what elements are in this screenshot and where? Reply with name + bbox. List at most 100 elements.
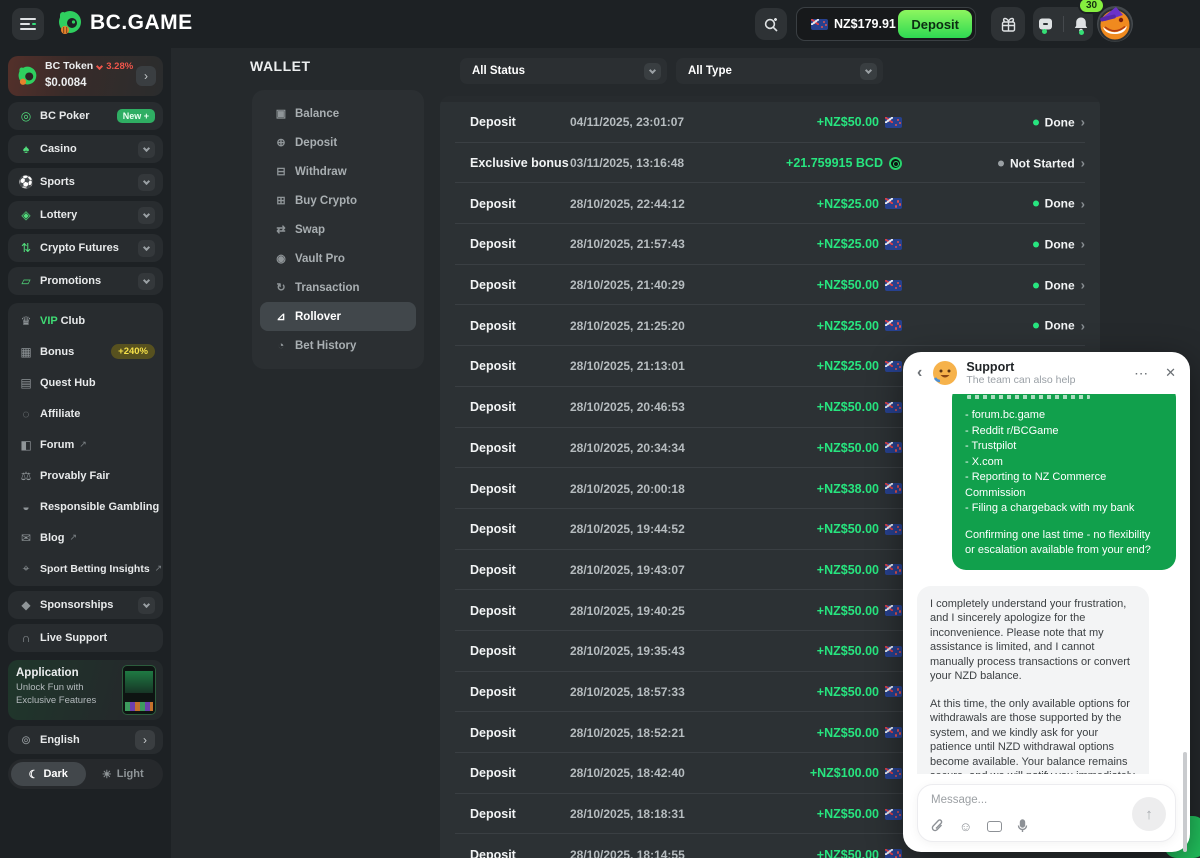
wallet-menu-item[interactable]: ⊟ Withdraw xyxy=(260,157,416,186)
wallet-menu-item[interactable]: ↻ Transaction xyxy=(260,273,416,302)
status-dot xyxy=(998,160,1004,166)
wallet-menu-item[interactable]: ⊕ Deposit xyxy=(260,128,416,157)
message-input[interactable] xyxy=(931,794,1115,806)
transaction-status[interactable]: Done › xyxy=(1033,318,1085,333)
gif-icon[interactable] xyxy=(987,821,1002,832)
transaction-amount: +NZ$50.00 xyxy=(817,807,902,821)
transaction-status[interactable]: Done › xyxy=(1033,278,1085,293)
sidebar-item-provably-fair[interactable]: ⚖ Provably Fair xyxy=(8,460,163,491)
chevron-down-icon[interactable] xyxy=(138,597,155,614)
transaction-type: Deposit xyxy=(470,726,516,740)
sidebar-item-sport-betting-insights[interactable]: ⌖ Sport Betting Insights ↗ xyxy=(8,553,163,584)
sidebar-item-forum[interactable]: ◧ Forum ↗ xyxy=(8,429,163,460)
transaction-status[interactable]: Done › xyxy=(1033,196,1085,211)
currency-icon xyxy=(885,809,902,820)
sidebar-item-crypto-futures[interactable]: ⇅ Crypto Futures xyxy=(8,234,163,262)
chevron-right-icon: › xyxy=(1081,196,1085,211)
close-icon[interactable]: ✕ xyxy=(1165,365,1176,381)
transaction-datetime: 28/10/2025, 18:42:40 xyxy=(570,766,685,780)
chat-messages[interactable]: - forum.bc.game- Reddit r/BCGame- Trustp… xyxy=(903,394,1190,774)
wallet-item-label: Swap xyxy=(295,224,325,236)
wallet-menu-item[interactable]: ⇄ Swap xyxy=(260,215,416,244)
transaction-status[interactable]: Done › xyxy=(1033,115,1085,130)
transaction-status[interactable]: Done › xyxy=(1033,237,1085,252)
chevron-right-icon[interactable]: › xyxy=(135,730,155,750)
transaction-type: Deposit xyxy=(470,237,516,251)
status-filter-dropdown[interactable]: All Status xyxy=(460,58,667,84)
transaction-row[interactable]: Exclusive bonus 03/11/2025, 13:16:48 +21… xyxy=(440,143,1100,184)
currency-icon xyxy=(885,564,902,575)
transaction-row[interactable]: Deposit 28/10/2025, 21:40:29 +NZ$50.00 D… xyxy=(440,265,1100,306)
sidebar-item-bc-poker[interactable]: ◎ BC Poker New + xyxy=(8,102,163,130)
currency-icon xyxy=(885,646,902,657)
user-message-closing: Confirming one last time - no flexibilit… xyxy=(965,528,1163,559)
transaction-datetime: 28/10/2025, 19:40:25 xyxy=(570,604,685,618)
sidebar-item-casino[interactable]: ♠ Casino xyxy=(8,135,163,163)
chevron-down-icon[interactable] xyxy=(138,207,155,224)
chevron-down-icon[interactable] xyxy=(138,240,155,257)
emoji-icon[interactable]: ☺ xyxy=(959,820,972,833)
transaction-type: Deposit xyxy=(470,848,516,858)
attachment-icon[interactable] xyxy=(931,819,944,833)
wallet-menu-item[interactable]: ⊿ Rollover xyxy=(260,302,416,331)
search-icon[interactable] xyxy=(755,8,787,40)
wallet-menu-item[interactable]: ▣ Balance xyxy=(260,99,416,128)
currency-selector[interactable]: NZ$179.91 Deposit xyxy=(796,7,976,41)
type-filter-dropdown[interactable]: All Type xyxy=(676,58,883,84)
forum-icon: ◧ xyxy=(16,438,36,452)
chat-scrollbar[interactable] xyxy=(1183,752,1187,852)
language-selector[interactable]: ⊚ English › xyxy=(8,726,163,754)
theme-light-button[interactable]: ☀ Light xyxy=(86,762,161,786)
back-icon[interactable]: ‹ xyxy=(917,364,922,382)
chevron-down-icon[interactable] xyxy=(138,174,155,191)
wallet-item-label: Vault Pro xyxy=(295,253,345,265)
sidebar-item-promotions[interactable]: ▱ Promotions xyxy=(8,267,163,295)
wallet-item-label: Rollover xyxy=(295,311,341,323)
sidebar-item-responsible-gambling[interactable]: ◒ Responsible Gambling xyxy=(8,491,163,522)
provably-fair-icon: ⚖ xyxy=(16,469,36,483)
more-options-icon[interactable]: ⋯ xyxy=(1134,365,1149,382)
sidebar-item-blog[interactable]: ✉ Blog ↗ xyxy=(8,522,163,553)
sidebar-item-sponsorships[interactable]: ◆ Sponsorships xyxy=(8,591,163,619)
wallet-menu-item[interactable]: ⊞ Buy Crypto xyxy=(260,186,416,215)
transaction-row[interactable]: Deposit 28/10/2025, 22:44:12 +NZ$25.00 D… xyxy=(440,183,1100,224)
microphone-icon[interactable] xyxy=(1017,819,1028,833)
transaction-row[interactable]: Deposit 28/10/2025, 21:57:43 +NZ$25.00 D… xyxy=(440,224,1100,265)
send-icon[interactable]: ↑ xyxy=(1132,797,1166,831)
chevron-down-icon[interactable] xyxy=(138,141,155,158)
wallet-item-label: Withdraw xyxy=(295,166,347,178)
wallet-menu-item[interactable]: ◔ Bet History xyxy=(260,331,416,360)
bell-icon[interactable] xyxy=(1073,16,1089,33)
sidebar-item-bonus[interactable]: ▦ Bonus +240% xyxy=(8,336,163,367)
sidebar-item-lottery[interactable]: ◈ Lottery xyxy=(8,201,163,229)
rewards-gift-icon[interactable] xyxy=(991,7,1025,41)
application-promo-card[interactable]: Application Unlock Fun withExclusive Fea… xyxy=(8,660,163,720)
sidebar-item-quest-hub[interactable]: ▤ Quest Hub xyxy=(8,367,163,398)
sidebar-item-live-support[interactable]: ∩ Live Support xyxy=(8,624,163,652)
transaction-amount: +21.759915 BCD xyxy=(786,156,902,170)
currency-icon xyxy=(885,117,902,128)
bonus-badge: +240% xyxy=(111,344,155,359)
transaction-row[interactable]: Deposit 04/11/2025, 23:01:07 +NZ$50.00 D… xyxy=(440,102,1100,143)
sidebar-item-affiliate[interactable]: ◌ Affiliate xyxy=(8,398,163,429)
sidebar-item-vip-club[interactable]: ♛ VIP Club xyxy=(8,305,163,336)
brand-logo[interactable]: BC.GAME xyxy=(56,9,193,36)
app-screenshot-thumbnail xyxy=(122,665,156,715)
menu-icon[interactable] xyxy=(12,8,44,40)
wallet-item-label: Balance xyxy=(295,108,339,120)
transaction-amount: +NZ$50.00 xyxy=(817,563,902,577)
transaction-amount: +NZ$50.00 xyxy=(817,400,902,414)
transaction-type: Deposit xyxy=(470,604,516,618)
wallet-item-label: Buy Crypto xyxy=(295,195,357,207)
chevron-right-icon[interactable]: › xyxy=(136,66,156,86)
deposit-button[interactable]: Deposit xyxy=(898,10,972,38)
theme-dark-button[interactable]: ☾ Dark xyxy=(11,762,86,786)
promotions-icon: ▱ xyxy=(16,274,36,288)
chevron-down-icon[interactable] xyxy=(138,273,155,290)
transaction-status[interactable]: Not Started › xyxy=(998,156,1085,171)
chat-message-icon[interactable] xyxy=(1037,16,1054,33)
sidebar-item-bc-token[interactable]: BC Token 3.28% $0.0084 › xyxy=(8,56,163,96)
wallet-menu-item[interactable]: ◉ Vault Pro xyxy=(260,244,416,273)
transaction-row[interactable]: Deposit 28/10/2025, 21:25:20 +NZ$25.00 D… xyxy=(440,305,1100,346)
sidebar-item-sports[interactable]: ⚽ Sports xyxy=(8,168,163,196)
